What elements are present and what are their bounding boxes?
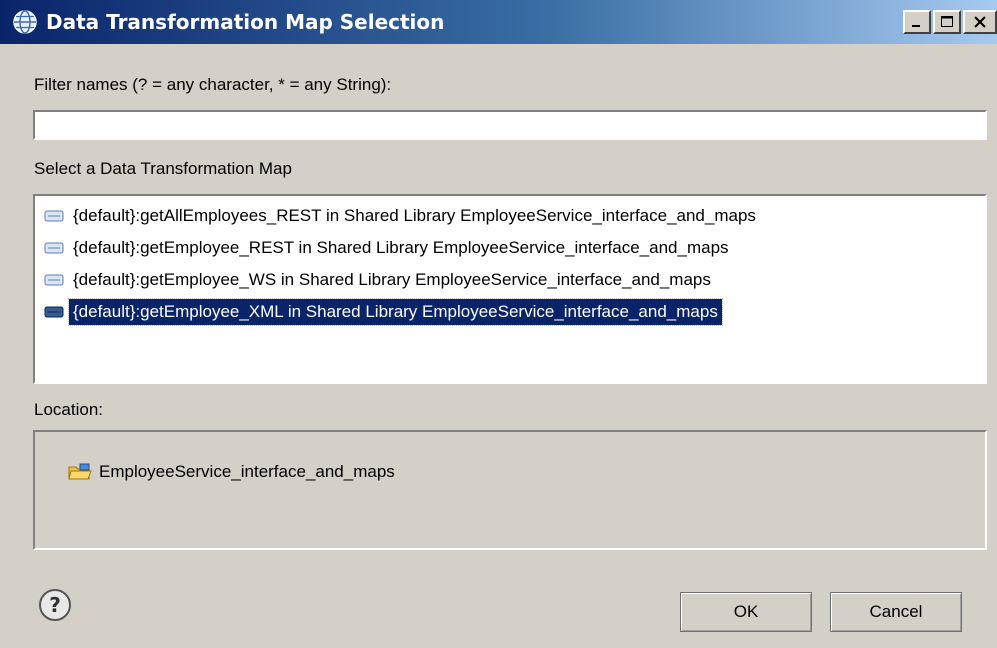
map-icon xyxy=(44,210,64,222)
help-icon[interactable]: ? xyxy=(38,588,72,622)
library-folder-icon xyxy=(68,463,92,480)
map-icon xyxy=(44,242,64,254)
list-item-label: {default}:getAllEmployees_REST in Shared… xyxy=(73,206,756,225)
list-item-label: {default}:getEmployee_XML in Shared Libr… xyxy=(68,298,723,326)
globe-icon xyxy=(13,10,37,34)
filter-label: Filter names (? = any character, * = any… xyxy=(34,75,392,94)
close-button[interactable] xyxy=(963,10,997,34)
minimize-button[interactable] xyxy=(903,10,931,34)
map-icon xyxy=(44,306,64,318)
window-title: Data Transformation Map Selection xyxy=(46,10,445,34)
map-list-label: Select a Data Transformation Map xyxy=(34,159,292,178)
filter-field-frame xyxy=(33,110,987,140)
list-item-selected[interactable]: {default}:getEmployee_XML in Shared Libr… xyxy=(43,298,723,326)
svg-text:?: ? xyxy=(49,593,61,617)
minimize-icon xyxy=(912,25,920,27)
ok-button[interactable]: OK xyxy=(680,592,812,632)
location-item-label: EmployeeService_interface_and_maps xyxy=(99,462,395,481)
list-item[interactable]: {default}:getEmployee_WS in Shared Libra… xyxy=(43,266,715,294)
location-box: EmployeeService_interface_and_maps xyxy=(33,430,987,550)
filter-input[interactable] xyxy=(35,112,985,138)
list-item[interactable]: {default}:getEmployee_REST in Shared Lib… xyxy=(43,234,733,262)
list-item[interactable]: {default}:getAllEmployees_REST in Shared… xyxy=(43,202,760,230)
cancel-button[interactable]: Cancel xyxy=(830,592,962,632)
close-icon xyxy=(974,16,986,28)
location-label: Location: xyxy=(34,400,103,419)
list-item-label: {default}:getEmployee_WS in Shared Libra… xyxy=(73,270,711,289)
list-item-label: {default}:getEmployee_REST in Shared Lib… xyxy=(73,238,729,257)
title-bar[interactable]: Data Transformation Map Selection xyxy=(0,0,997,44)
map-list[interactable]: {default}:getAllEmployees_REST in Shared… xyxy=(33,194,987,384)
maximize-button[interactable] xyxy=(933,10,961,34)
location-item: EmployeeService_interface_and_maps xyxy=(67,460,395,484)
maximize-icon xyxy=(941,16,953,27)
map-icon xyxy=(44,274,64,286)
